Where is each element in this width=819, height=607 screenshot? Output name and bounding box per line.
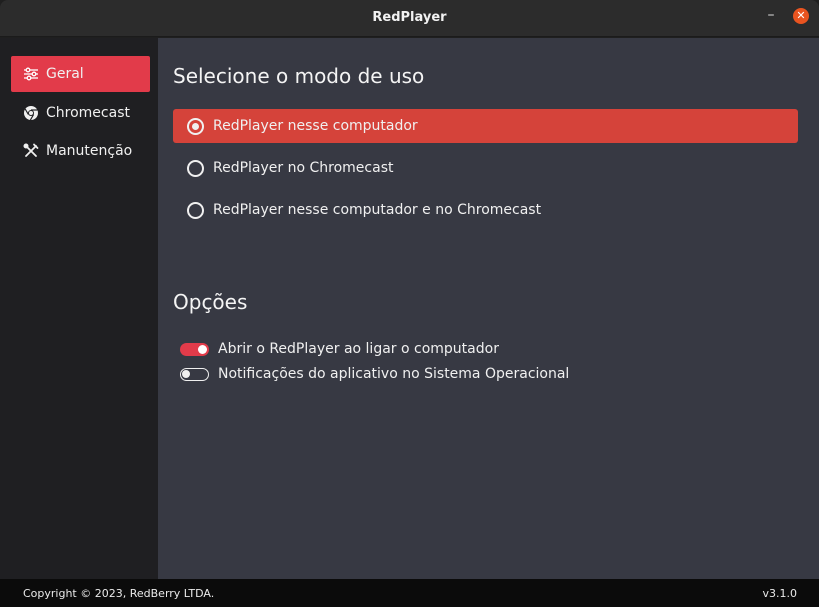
sidebar-item-manutencao[interactable]: Manutenção (11, 133, 150, 169)
options-section-title: Opções (173, 290, 248, 314)
mode-option-label: RedPlayer nesse computador (213, 118, 418, 134)
radio-icon (187, 117, 204, 135)
option-label: Notificações do aplicativo no Sistema Op… (218, 366, 570, 382)
option-label: Abrir o RedPlayer ao ligar o computador (218, 341, 499, 357)
close-button[interactable]: ✕ (793, 8, 809, 24)
mode-option-computer[interactable]: RedPlayer nesse computador (173, 109, 798, 143)
tools-icon (23, 143, 39, 159)
toggle-switch[interactable] (180, 342, 209, 356)
radio-icon (187, 201, 204, 219)
sidebar-item-label: Chromecast (46, 105, 130, 121)
window-title: RedPlayer (372, 10, 447, 25)
radio-icon (187, 159, 204, 177)
mode-option-label: RedPlayer nesse computador e no Chromeca… (213, 202, 542, 218)
toggle-switch[interactable] (180, 367, 209, 381)
title-bar: RedPlayer – ✕ (0, 0, 819, 37)
status-bar: Copyright © 2023, RedBerry LTDA. v3.1.0 (0, 579, 819, 607)
mode-option-chromecast[interactable]: RedPlayer no Chromecast (173, 151, 798, 185)
copyright-text: Copyright © 2023, RedBerry LTDA. (23, 587, 215, 600)
chrome-icon (23, 105, 39, 121)
sidebar: Geral Chromecast Manutenção (0, 38, 158, 579)
mode-section-title: Selecione o modo de uso (173, 64, 425, 88)
option-notifications[interactable]: Notificações do aplicativo no Sistema Op… (180, 364, 569, 384)
mode-option-both[interactable]: RedPlayer nesse computador e no Chromeca… (173, 193, 798, 227)
mode-option-label: RedPlayer no Chromecast (213, 160, 394, 176)
minimize-button[interactable]: – (764, 7, 778, 27)
settings-panel: Selecione o modo de uso RedPlayer nesse … (158, 38, 819, 579)
version-label: v3.1.0 (762, 587, 798, 600)
sidebar-item-chromecast[interactable]: Chromecast (11, 95, 150, 131)
option-autostart[interactable]: Abrir o RedPlayer ao ligar o computador (180, 339, 499, 359)
sidebar-item-geral[interactable]: Geral (11, 56, 150, 92)
sidebar-item-label: Manutenção (46, 143, 133, 159)
sidebar-item-label: Geral (46, 66, 84, 82)
sliders-icon (23, 66, 39, 82)
